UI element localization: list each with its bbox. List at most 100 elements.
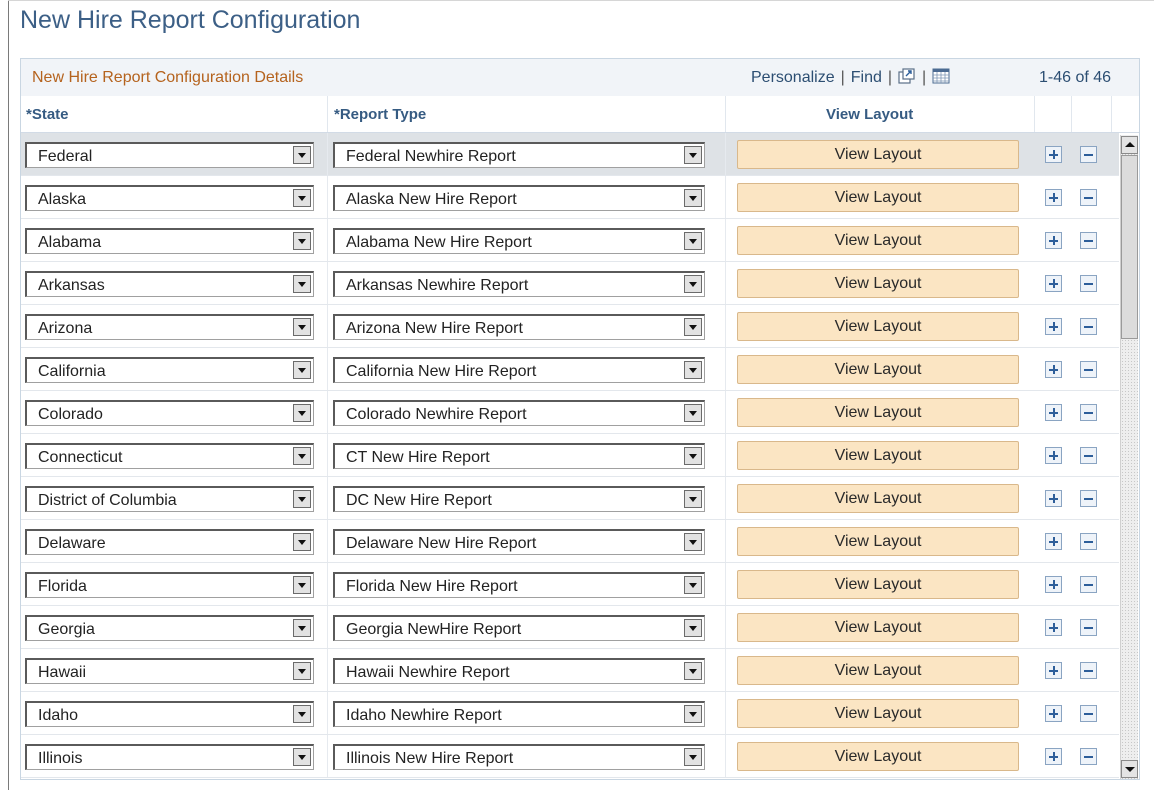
chevron-down-icon[interactable]: [684, 189, 702, 207]
chevron-down-icon[interactable]: [293, 748, 311, 766]
state-dropdown[interactable]: Federal: [25, 142, 314, 168]
chevron-down-icon[interactable]: [293, 189, 311, 207]
delete-row-icon[interactable]: [1080, 189, 1097, 206]
scroll-up-icon[interactable]: [1121, 136, 1138, 154]
view-layout-button[interactable]: View Layout: [737, 742, 1019, 771]
add-row-icon[interactable]: [1045, 533, 1062, 550]
chevron-down-icon[interactable]: [684, 275, 702, 293]
report-type-dropdown[interactable]: Illinois New Hire Report: [333, 744, 705, 770]
delete-row-icon[interactable]: [1080, 619, 1097, 636]
add-row-icon[interactable]: [1045, 232, 1062, 249]
report-type-dropdown[interactable]: Federal Newhire Report: [333, 142, 705, 168]
chevron-down-icon[interactable]: [684, 404, 702, 422]
view-layout-button[interactable]: View Layout: [737, 570, 1019, 599]
chevron-down-icon[interactable]: [293, 232, 311, 250]
delete-row-icon[interactable]: [1080, 447, 1097, 464]
chevron-down-icon[interactable]: [684, 232, 702, 250]
add-row-icon[interactable]: [1045, 447, 1062, 464]
chevron-down-icon[interactable]: [684, 533, 702, 551]
delete-row-icon[interactable]: [1080, 275, 1097, 292]
chevron-down-icon[interactable]: [684, 490, 702, 508]
chevron-down-icon[interactable]: [684, 705, 702, 723]
state-dropdown[interactable]: Hawaii: [25, 658, 314, 684]
report-type-dropdown[interactable]: Georgia NewHire Report: [333, 615, 705, 641]
find-link[interactable]: Find: [851, 69, 882, 86]
state-dropdown[interactable]: Delaware: [25, 529, 314, 555]
report-type-dropdown[interactable]: Idaho Newhire Report: [333, 701, 705, 727]
chevron-down-icon[interactable]: [293, 404, 311, 422]
add-row-icon[interactable]: [1045, 318, 1062, 335]
add-row-icon[interactable]: [1045, 146, 1062, 163]
state-dropdown[interactable]: Alaska: [25, 185, 314, 211]
view-layout-button[interactable]: View Layout: [737, 398, 1019, 427]
view-layout-button[interactable]: View Layout: [737, 527, 1019, 556]
personalize-link[interactable]: Personalize: [751, 69, 835, 86]
state-dropdown[interactable]: Georgia: [25, 615, 314, 641]
new-window-icon[interactable]: [898, 68, 916, 84]
view-layout-button[interactable]: View Layout: [737, 441, 1019, 470]
chevron-down-icon[interactable]: [293, 361, 311, 379]
column-header-report-type[interactable]: *Report Type: [334, 106, 426, 123]
delete-row-icon[interactable]: [1080, 748, 1097, 765]
add-row-icon[interactable]: [1045, 576, 1062, 593]
chevron-down-icon[interactable]: [293, 533, 311, 551]
state-dropdown[interactable]: Arkansas: [25, 271, 314, 297]
scroll-down-icon[interactable]: [1121, 760, 1138, 778]
scrollbar-thumb[interactable]: [1121, 155, 1138, 339]
state-dropdown[interactable]: Arizona: [25, 314, 314, 340]
add-row-icon[interactable]: [1045, 275, 1062, 292]
view-layout-button[interactable]: View Layout: [737, 484, 1019, 513]
chevron-down-icon[interactable]: [684, 662, 702, 680]
report-type-dropdown[interactable]: Alabama New Hire Report: [333, 228, 705, 254]
report-type-dropdown[interactable]: Hawaii Newhire Report: [333, 658, 705, 684]
state-dropdown[interactable]: Florida: [25, 572, 314, 598]
view-layout-button[interactable]: View Layout: [737, 183, 1019, 212]
state-dropdown[interactable]: Connecticut: [25, 443, 314, 469]
delete-row-icon[interactable]: [1080, 318, 1097, 335]
chevron-down-icon[interactable]: [684, 748, 702, 766]
delete-row-icon[interactable]: [1080, 146, 1097, 163]
chevron-down-icon[interactable]: [293, 447, 311, 465]
state-dropdown[interactable]: California: [25, 357, 314, 383]
delete-row-icon[interactable]: [1080, 404, 1097, 421]
view-layout-button[interactable]: View Layout: [737, 699, 1019, 728]
view-layout-button[interactable]: View Layout: [737, 656, 1019, 685]
chevron-down-icon[interactable]: [293, 490, 311, 508]
chevron-down-icon[interactable]: [684, 361, 702, 379]
chevron-down-icon[interactable]: [293, 662, 311, 680]
chevron-down-icon[interactable]: [684, 146, 702, 164]
chevron-down-icon[interactable]: [684, 447, 702, 465]
state-dropdown[interactable]: Idaho: [25, 701, 314, 727]
view-layout-button[interactable]: View Layout: [737, 312, 1019, 341]
report-type-dropdown[interactable]: Arkansas Newhire Report: [333, 271, 705, 297]
chevron-down-icon[interactable]: [293, 146, 311, 164]
report-type-dropdown[interactable]: Florida New Hire Report: [333, 572, 705, 598]
chevron-down-icon[interactable]: [684, 576, 702, 594]
state-dropdown[interactable]: Illinois: [25, 744, 314, 770]
add-row-icon[interactable]: [1045, 490, 1062, 507]
delete-row-icon[interactable]: [1080, 533, 1097, 550]
view-layout-button[interactable]: View Layout: [737, 613, 1019, 642]
view-layout-button[interactable]: View Layout: [737, 226, 1019, 255]
chevron-down-icon[interactable]: [684, 318, 702, 336]
delete-row-icon[interactable]: [1080, 576, 1097, 593]
delete-row-icon[interactable]: [1080, 490, 1097, 507]
add-row-icon[interactable]: [1045, 404, 1062, 421]
report-type-dropdown[interactable]: California New Hire Report: [333, 357, 705, 383]
state-dropdown[interactable]: Alabama: [25, 228, 314, 254]
report-type-dropdown[interactable]: CT New Hire Report: [333, 443, 705, 469]
add-row-icon[interactable]: [1045, 748, 1062, 765]
chevron-down-icon[interactable]: [293, 318, 311, 336]
state-dropdown[interactable]: District of Columbia: [25, 486, 314, 512]
report-type-dropdown[interactable]: DC New Hire Report: [333, 486, 705, 512]
delete-row-icon[interactable]: [1080, 232, 1097, 249]
chevron-down-icon[interactable]: [293, 705, 311, 723]
chevron-down-icon[interactable]: [293, 619, 311, 637]
add-row-icon[interactable]: [1045, 662, 1062, 679]
view-layout-button[interactable]: View Layout: [737, 269, 1019, 298]
report-type-dropdown[interactable]: Delaware New Hire Report: [333, 529, 705, 555]
column-header-state[interactable]: *State: [26, 106, 69, 123]
vertical-scrollbar[interactable]: [1120, 135, 1138, 779]
delete-row-icon[interactable]: [1080, 361, 1097, 378]
chevron-down-icon[interactable]: [293, 275, 311, 293]
